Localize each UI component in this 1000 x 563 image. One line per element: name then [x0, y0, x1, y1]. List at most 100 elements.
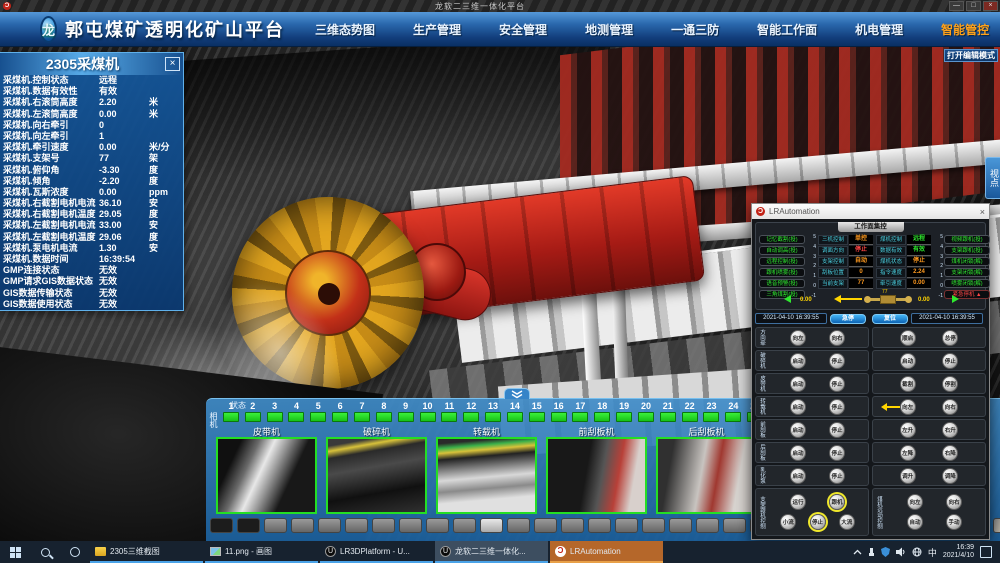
taskbar-task-1[interactable]: 11.png - 画图	[205, 541, 318, 563]
camera-status-ok[interactable]	[420, 412, 436, 422]
control-button[interactable]: 向右	[942, 399, 958, 415]
speaker-icon[interactable]	[896, 547, 906, 557]
camera-status-ok[interactable]	[463, 412, 479, 422]
camera-status-ok[interactable]	[441, 412, 457, 422]
control-button[interactable]: 截割	[900, 376, 916, 392]
control-button[interactable]: 右升	[942, 422, 958, 438]
taskbar-task-2[interactable]: ULR3DPlatform - U...	[320, 541, 433, 563]
network-globe-icon[interactable]	[912, 547, 922, 557]
filmstrip-item[interactable]	[318, 518, 341, 533]
clock[interactable]: 16:392021/4/10	[943, 544, 974, 560]
control-button[interactable]: 顺启	[900, 330, 916, 346]
filmstrip-item[interactable]	[399, 518, 422, 533]
control-button[interactable]: 跟机	[829, 494, 845, 510]
filmstrip-item[interactable]	[696, 518, 719, 533]
nav-item-2[interactable]: 安全管理	[499, 21, 547, 38]
function-button[interactable]: 语音预警(投)	[759, 279, 805, 288]
nav-item-3[interactable]: 地测管理	[585, 21, 633, 38]
filmstrip-item[interactable]	[588, 518, 611, 533]
function-button[interactable]: 视频跟机(投)	[944, 235, 990, 244]
nav-item-1[interactable]: 生产管理	[413, 21, 461, 38]
filmstrip-item[interactable]	[345, 518, 368, 533]
function-button[interactable]: 自动调高(投)	[759, 246, 805, 255]
control-button[interactable]: 启动	[790, 376, 806, 392]
taskbar-task-4[interactable]: ƆLRAutomation	[550, 541, 663, 563]
control-button[interactable]: 停止	[810, 514, 826, 530]
open-edit-mode-button[interactable]: 打开编辑模式	[944, 49, 998, 62]
camera-thumbnail[interactable]	[326, 437, 427, 514]
function-button[interactable]: 跟机喷雾(投)	[759, 268, 805, 277]
filmstrip-item[interactable]	[669, 518, 692, 533]
camera-status-ok[interactable]	[703, 412, 719, 422]
control-button[interactable]: 启动	[790, 445, 806, 461]
tray-chevron-icon[interactable]	[853, 549, 862, 556]
filmstrip-item[interactable]	[723, 518, 746, 533]
usb-icon[interactable]	[868, 547, 875, 557]
camera-status-ok[interactable]	[288, 412, 304, 422]
control-button[interactable]: 小流	[780, 514, 796, 530]
filmstrip-item[interactable]	[237, 518, 260, 533]
control-button[interactable]: 手动	[946, 514, 962, 530]
camera-thumbnail[interactable]	[436, 437, 537, 514]
function-button[interactable]: 远程控制(投)	[759, 257, 805, 266]
control-button[interactable]: 停止	[829, 399, 845, 415]
filmstrip-item[interactable]	[642, 518, 665, 533]
camera-status-ok[interactable]	[332, 412, 348, 422]
camera-status-ok[interactable]	[376, 412, 392, 422]
control-button[interactable]: 调升	[900, 468, 916, 484]
notification-icon[interactable]	[980, 546, 992, 558]
nav-item-0[interactable]: 三维态势图	[315, 21, 375, 38]
control-button[interactable]: 总停	[942, 330, 958, 346]
nav-item-5[interactable]: 智能工作面	[757, 21, 817, 38]
control-button[interactable]: 左升	[900, 422, 916, 438]
function-button[interactable]: 记忆截割(投)	[759, 235, 805, 244]
viewpoint-tab[interactable]: 视点	[985, 157, 1000, 199]
nav-item-7[interactable]: 智能管控	[941, 21, 989, 38]
control-button[interactable]: 停止	[942, 353, 958, 369]
camera-status-ok[interactable]	[682, 412, 698, 422]
control-button[interactable]: 停止	[829, 376, 845, 392]
filmstrip-item[interactable]	[291, 518, 314, 533]
filmstrip-item[interactable]	[534, 518, 557, 533]
filmstrip-item[interactable]	[993, 518, 1000, 533]
camera-status-ok[interactable]	[638, 412, 654, 422]
function-button[interactable]: 煤机闭锁(解)	[944, 257, 990, 266]
control-button[interactable]: 向左	[790, 330, 806, 346]
close-button[interactable]: ×	[983, 1, 998, 11]
filmstrip-item[interactable]	[426, 518, 449, 533]
filmstrip-item[interactable]	[210, 518, 233, 533]
control-button[interactable]: 停止	[829, 445, 845, 461]
filmstrip-item[interactable]	[453, 518, 476, 533]
control-button[interactable]: 右降	[942, 445, 958, 461]
filmstrip-item[interactable]	[615, 518, 638, 533]
camera-status-ok[interactable]	[660, 412, 676, 422]
estop-blue-button[interactable]: 急停	[830, 314, 866, 324]
filmstrip-item[interactable]	[480, 518, 503, 533]
camera-status-ok[interactable]	[725, 412, 741, 422]
camera-status-ok[interactable]	[398, 412, 414, 422]
filmstrip-item[interactable]	[561, 518, 584, 533]
maximize-button[interactable]: □	[966, 1, 981, 11]
control-button[interactable]: 停止	[829, 422, 845, 438]
control-button[interactable]: 向左	[907, 494, 923, 510]
lr-close-icon[interactable]: ×	[980, 207, 985, 217]
taskbar-task-0[interactable]: 2305三维截图	[90, 541, 203, 563]
function-button[interactable]: 喷雾闭锁(解)	[944, 279, 990, 288]
camera-status-ok[interactable]	[267, 412, 283, 422]
ime-indicator[interactable]: 中	[928, 546, 937, 559]
control-button[interactable]: 调降	[942, 468, 958, 484]
function-button[interactable]: 支架闭锁(解)	[944, 268, 990, 277]
control-button[interactable]: 向右	[829, 330, 845, 346]
control-button[interactable]: 停止	[829, 468, 845, 484]
camera-status-ok[interactable]	[594, 412, 610, 422]
filmstrip-item[interactable]	[372, 518, 395, 533]
reset-blue-button[interactable]: 复位	[872, 314, 908, 324]
camera-thumbnail[interactable]	[546, 437, 647, 514]
camera-status-ok[interactable]	[529, 412, 545, 422]
camera-status-ok[interactable]	[245, 412, 261, 422]
function-button[interactable]: 支架跟机(投)	[944, 246, 990, 255]
filmstrip-item[interactable]	[264, 518, 287, 533]
shearer-icon[interactable]	[864, 296, 912, 303]
control-button[interactable]: 启动	[790, 353, 806, 369]
control-button[interactable]: 停止	[829, 353, 845, 369]
